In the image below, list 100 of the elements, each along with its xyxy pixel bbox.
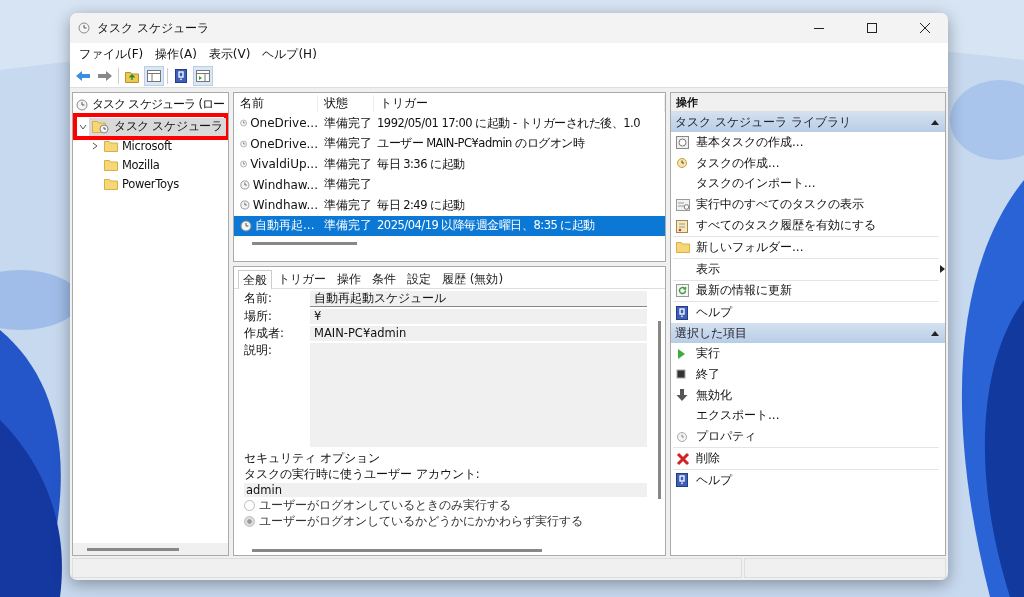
close-icon xyxy=(920,23,930,33)
folder-icon xyxy=(104,139,118,152)
tree-item[interactable]: Mozilla xyxy=(101,155,163,174)
section-header[interactable]: タスク スケジューラ ライブラリ xyxy=(671,112,945,132)
field-label: タスクの実行時に使うユーザー アカウント: xyxy=(244,467,481,482)
folder-icon xyxy=(104,158,118,171)
table-cell-text: 1992/05/01 17:00 に起動 - トリガーされた後、1.0 xyxy=(376,115,641,131)
action-item[interactable]: 終了 xyxy=(671,363,945,385)
action-item[interactable]: 無効化 xyxy=(671,384,945,406)
group-title: セキュリティ オプション xyxy=(244,451,381,466)
tab[interactable]: 設定 xyxy=(402,270,436,288)
tab[interactable]: 全般 xyxy=(238,270,272,289)
table-cell-text: 毎日 3:36 に起動 xyxy=(376,156,466,172)
table-cell[interactable]: OneDrive... xyxy=(234,136,318,151)
column-header[interactable]: トリガー xyxy=(374,94,665,112)
collapse-arrow-icon[interactable] xyxy=(931,330,939,336)
table-cell: 準備完了 xyxy=(318,215,374,236)
menu-item[interactable]: 操作(A) xyxy=(150,43,202,65)
table-cell-text: 準備完了 xyxy=(323,176,373,194)
table-cell-text: 準備完了 xyxy=(323,196,373,214)
field-label: 作成者: xyxy=(244,326,285,341)
task-clock-icon xyxy=(240,178,250,191)
folder-icon xyxy=(676,241,690,254)
maximize-icon xyxy=(867,23,877,33)
pane-title: 操作 xyxy=(671,93,945,112)
history-icon xyxy=(676,218,688,233)
scrollbar-thumb[interactable] xyxy=(252,549,542,552)
table-cell[interactable]: OneDrive... xyxy=(234,116,318,131)
show-pane-button[interactable] xyxy=(145,67,163,85)
table-cell-text: 準備完了 xyxy=(323,135,373,153)
scrollbar-thumb[interactable] xyxy=(657,321,661,499)
radio-label: ユーザーがログオンしているときのみ実行する xyxy=(259,498,511,513)
menu-item[interactable]: ヘルプ(H) xyxy=(257,43,322,65)
action-item[interactable]: タスクのインポート... xyxy=(671,173,945,195)
table-cell[interactable]: VivaldiUp... xyxy=(234,157,318,172)
column-header[interactable]: 名前 xyxy=(234,94,318,112)
field-label: 名前: xyxy=(244,291,273,307)
task-clock-icon xyxy=(240,117,248,130)
scrollbar-thumb[interactable] xyxy=(252,241,357,245)
task-clock-icon xyxy=(240,158,248,171)
help-button[interactable] xyxy=(172,67,190,85)
action-item[interactable]: プロパティ xyxy=(671,426,945,448)
field-value: ¥ xyxy=(310,309,647,324)
tab[interactable]: 操作 xyxy=(332,270,366,288)
column-header[interactable]: 状態 xyxy=(318,94,374,112)
window-title: タスク スケジューラ xyxy=(97,19,210,37)
task-wizard-icon xyxy=(676,135,689,149)
menu-item[interactable]: ファイル(F) xyxy=(74,43,149,65)
play-icon xyxy=(676,347,686,360)
field-label: 場所: xyxy=(244,309,273,324)
tree-item[interactable]: タスク スケジューラ (ロー xyxy=(73,95,228,114)
task-list-icon xyxy=(676,198,690,211)
tree-item[interactable]: PowerToys xyxy=(101,174,182,193)
table-cell-text: 準備完了 xyxy=(323,114,373,132)
field-value: MAIN-PC¥admin xyxy=(310,326,647,341)
task-clock-icon xyxy=(240,219,252,232)
table-cell[interactable]: 自動再起... xyxy=(234,215,318,236)
action-item[interactable]: 最新の情報に更新 xyxy=(671,280,945,302)
tab[interactable]: トリガー xyxy=(273,270,331,288)
task-clock-icon xyxy=(240,199,250,212)
task-clock-icon xyxy=(240,137,248,150)
delete-icon xyxy=(676,451,690,466)
section-header[interactable]: 選択した項目 xyxy=(671,323,945,344)
action-item[interactable]: すべてのタスク履歴を有効にする xyxy=(671,215,945,236)
action-item[interactable]: 削除 xyxy=(671,448,945,469)
tab[interactable]: 条件 xyxy=(367,270,401,288)
radio-label: ユーザーがログオンしているかどうかにかかわらず実行する xyxy=(259,514,583,529)
action-item[interactable]: 表示 xyxy=(671,258,945,280)
table-cell[interactable]: Windhaw... xyxy=(234,198,318,213)
app-icon xyxy=(78,22,90,34)
action-item[interactable]: 実行中のすべてのタスクの表示 xyxy=(671,194,945,216)
down-arrow-icon xyxy=(676,389,688,402)
collapse-arrow-icon[interactable] xyxy=(931,119,939,125)
folder-icon xyxy=(104,177,118,190)
table-cell-text: 毎日 2:49 に起動 xyxy=(376,197,466,213)
scrollbar-thumb[interactable] xyxy=(87,547,179,551)
radio-button[interactable] xyxy=(244,500,255,511)
action-pane-button[interactable] xyxy=(194,67,212,85)
action-item[interactable]: ヘルプ xyxy=(671,302,945,324)
action-item[interactable]: タスクの作成... xyxy=(671,152,945,174)
tree-item[interactable]: Microsoft xyxy=(101,136,175,155)
table-cell[interactable]: Windhaw... xyxy=(234,177,318,192)
table-cell-text: 準備完了 xyxy=(323,155,373,173)
action-item[interactable]: 基本タスクの作成... xyxy=(671,132,945,153)
folder-clock-icon xyxy=(92,119,110,134)
radio-button[interactable] xyxy=(244,516,255,527)
action-item[interactable]: 新しいフォルダー... xyxy=(671,237,945,258)
table-cell: 2025/04/19 以降毎週金曜日、8:35 に起動 xyxy=(374,215,665,236)
clock-icon xyxy=(676,157,688,170)
tab[interactable]: 履歴 (無効) xyxy=(437,270,509,288)
refresh-icon xyxy=(676,284,689,298)
tree-item[interactable]: タスク スケジューラ xyxy=(89,117,226,136)
clock-icon xyxy=(676,430,688,443)
field-value: 自動再起動スケジュール xyxy=(310,291,647,307)
table-cell-text: ユーザー MAIN-PC¥admin のログオン時 xyxy=(376,136,586,152)
action-item[interactable]: ヘルプ xyxy=(671,469,945,491)
action-item[interactable]: 実行 xyxy=(671,343,945,364)
menu-item[interactable]: 表示(V) xyxy=(203,43,256,65)
stop-icon xyxy=(676,369,686,380)
action-item[interactable]: エクスポート... xyxy=(671,405,945,427)
